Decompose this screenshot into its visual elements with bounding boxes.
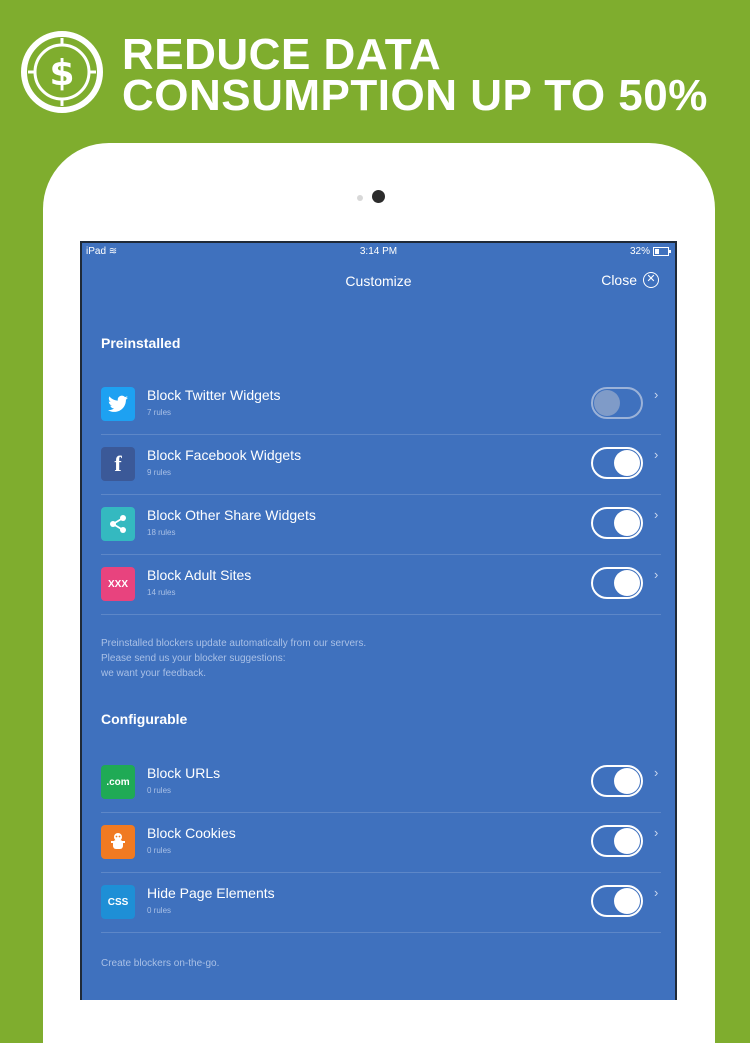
toggle-urls[interactable]: [591, 765, 643, 797]
dotcom-icon: .com: [101, 765, 135, 799]
status-bar: iPad ≋ 3:14 PM 32%: [82, 243, 675, 261]
item-rules: 0 rules: [147, 906, 172, 915]
facebook-icon: f: [101, 447, 135, 481]
battery-percent: 32%: [629, 246, 650, 257]
dollar-clock-icon: $: [21, 31, 103, 113]
item-title: Block Other Share Widgets: [147, 507, 316, 523]
item-rules: 14 rules: [147, 588, 176, 597]
battery-icon: [653, 247, 671, 256]
item-rules: 7 rules: [147, 408, 172, 417]
close-button[interactable]: Close ✕: [601, 272, 659, 288]
app-screen: iPad ≋ 3:14 PM 32% Customize Close ✕ Pre…: [80, 241, 677, 1000]
list-item-twitter[interactable]: Block Twitter Widgets 7 rules ›: [101, 375, 661, 435]
toggle-hide-elements[interactable]: [591, 885, 643, 917]
item-title: Block Facebook Widgets: [147, 447, 302, 463]
note-line: we want your feedback.: [101, 668, 207, 679]
note-line: Preinstalled blockers update automatical…: [101, 638, 367, 649]
toggle-facebook[interactable]: [591, 447, 643, 479]
item-title: Block Twitter Widgets: [147, 387, 281, 403]
note-line: Please send us your blocker suggestions:: [101, 653, 286, 664]
item-title: Block Adult Sites: [147, 567, 252, 583]
list-item-urls[interactable]: .com Block URLs 0 rules ›: [101, 753, 661, 813]
svg-text:$: $: [49, 53, 74, 94]
item-title: Block URLs: [147, 765, 221, 781]
list-item-cookies[interactable]: Block Cookies 0 rules ›: [101, 813, 661, 873]
share-icon: [101, 507, 135, 541]
front-camera: [372, 190, 385, 203]
close-label: Close: [601, 272, 637, 288]
list-item-adult-sites[interactable]: XXX Block Adult Sites 14 rules ›: [101, 555, 661, 615]
promo-banner: $ REDUCE DATA CONSUMPTION UP TO 50%: [0, 0, 750, 140]
preinstalled-note: Preinstalled blockers update automatical…: [101, 636, 366, 681]
promo-title-line-2: CONSUMPTION UP TO 50%: [122, 71, 708, 120]
configurable-note: Create blockers on-the-go.: [101, 958, 220, 969]
chevron-right-icon: ›: [654, 447, 659, 462]
promo-title: REDUCE DATA CONSUMPTION UP TO 50%: [122, 30, 708, 120]
list-item-share-widgets[interactable]: Block Other Share Widgets 18 rules ›: [101, 495, 661, 555]
item-rules: 9 rules: [147, 468, 172, 477]
chevron-right-icon: ›: [654, 567, 659, 582]
divider: [101, 932, 661, 933]
item-title: Block Cookies: [147, 825, 236, 841]
cookie-icon: [101, 825, 135, 859]
page-title: Customize: [345, 273, 412, 289]
twitter-icon: [101, 387, 135, 421]
item-rules: 0 rules: [147, 846, 172, 855]
item-rules: 0 rules: [147, 786, 172, 795]
sensor-dot: [357, 195, 363, 201]
divider: [101, 614, 661, 615]
toggle-cookies[interactable]: [591, 825, 643, 857]
section-heading-configurable: Configurable: [101, 711, 188, 727]
toggle-share-widgets[interactable]: [591, 507, 643, 539]
css-icon: CSS: [101, 885, 135, 919]
chevron-right-icon: ›: [654, 507, 659, 522]
section-heading-preinstalled: Preinstalled: [101, 335, 181, 351]
chevron-right-icon: ›: [654, 885, 659, 900]
xxx-icon: XXX: [101, 567, 135, 601]
close-icon: ✕: [643, 272, 659, 288]
toggle-twitter[interactable]: [591, 387, 643, 419]
toggle-adult-sites[interactable]: [591, 567, 643, 599]
list-item-facebook[interactable]: f Block Facebook Widgets 9 rules ›: [101, 435, 661, 495]
item-rules: 18 rules: [147, 528, 176, 537]
battery-indicator: 32%: [629, 246, 671, 257]
chevron-right-icon: ›: [654, 387, 659, 402]
promo-title-line-1: REDUCE DATA: [122, 30, 442, 79]
item-title: Hide Page Elements: [147, 885, 275, 901]
chevron-right-icon: ›: [654, 825, 659, 840]
chevron-right-icon: ›: [654, 765, 659, 780]
list-item-hide-elements[interactable]: CSS Hide Page Elements 0 rules ›: [101, 873, 661, 933]
status-time: 3:14 PM: [359, 246, 398, 257]
